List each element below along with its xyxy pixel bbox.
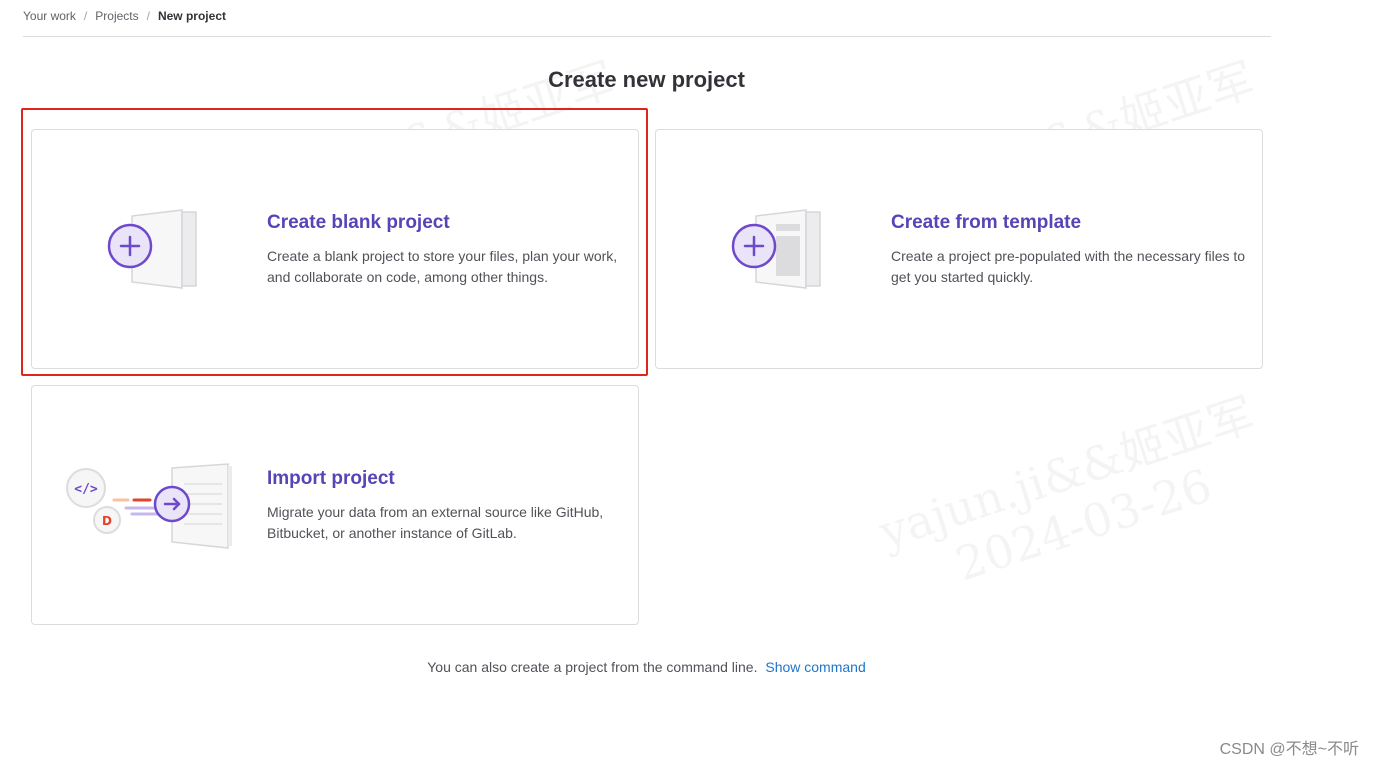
header-divider xyxy=(23,36,1271,37)
cli-hint-text: You can also create a project from the c… xyxy=(427,659,758,675)
svg-text:D: D xyxy=(102,514,112,528)
breadcrumb-separator: / xyxy=(146,9,150,23)
card-description: Create a project pre-populated with the … xyxy=(891,248,1246,285)
new-project-page: yajun.ji&&姬亚军2024-03-26 yajun.ji&&姬亚军202… xyxy=(0,0,1375,767)
import-project-card[interactable]: </> D Import project Migrate your data f… xyxy=(31,385,639,625)
blank-project-icon xyxy=(102,206,232,296)
import-project-icon: </> D xyxy=(62,462,242,552)
watermark: yajun.ji&&姬亚军2024-03-26 xyxy=(873,387,1278,610)
create-from-template-card[interactable]: Create from template Create a project pr… xyxy=(655,129,1263,369)
breadcrumb: Your work / Projects / New project xyxy=(23,9,226,23)
create-blank-project-card[interactable]: Create blank project Create a blank proj… xyxy=(31,129,639,369)
breadcrumb-separator: / xyxy=(83,9,88,23)
template-project-icon xyxy=(726,206,856,296)
breadcrumb-projects[interactable]: Projects xyxy=(95,9,138,23)
card-title: Create from template xyxy=(891,212,1082,233)
breadcrumb-your-work[interactable]: Your work xyxy=(23,9,76,23)
cli-hint: You can also create a project from the c… xyxy=(0,659,1293,675)
svg-text:</>: </> xyxy=(74,482,98,497)
csdn-watermark: CSDN @不想~不听 xyxy=(1219,741,1359,758)
card-title: Import project xyxy=(267,468,395,489)
show-command-link[interactable]: Show command xyxy=(765,659,865,675)
breadcrumb-current: New project xyxy=(157,9,226,23)
card-title: Create blank project xyxy=(267,212,450,233)
page-title: Create new project xyxy=(548,67,745,92)
card-description: Migrate your data from an external sourc… xyxy=(267,504,604,541)
card-description: Create a blank project to store your fil… xyxy=(267,248,618,285)
